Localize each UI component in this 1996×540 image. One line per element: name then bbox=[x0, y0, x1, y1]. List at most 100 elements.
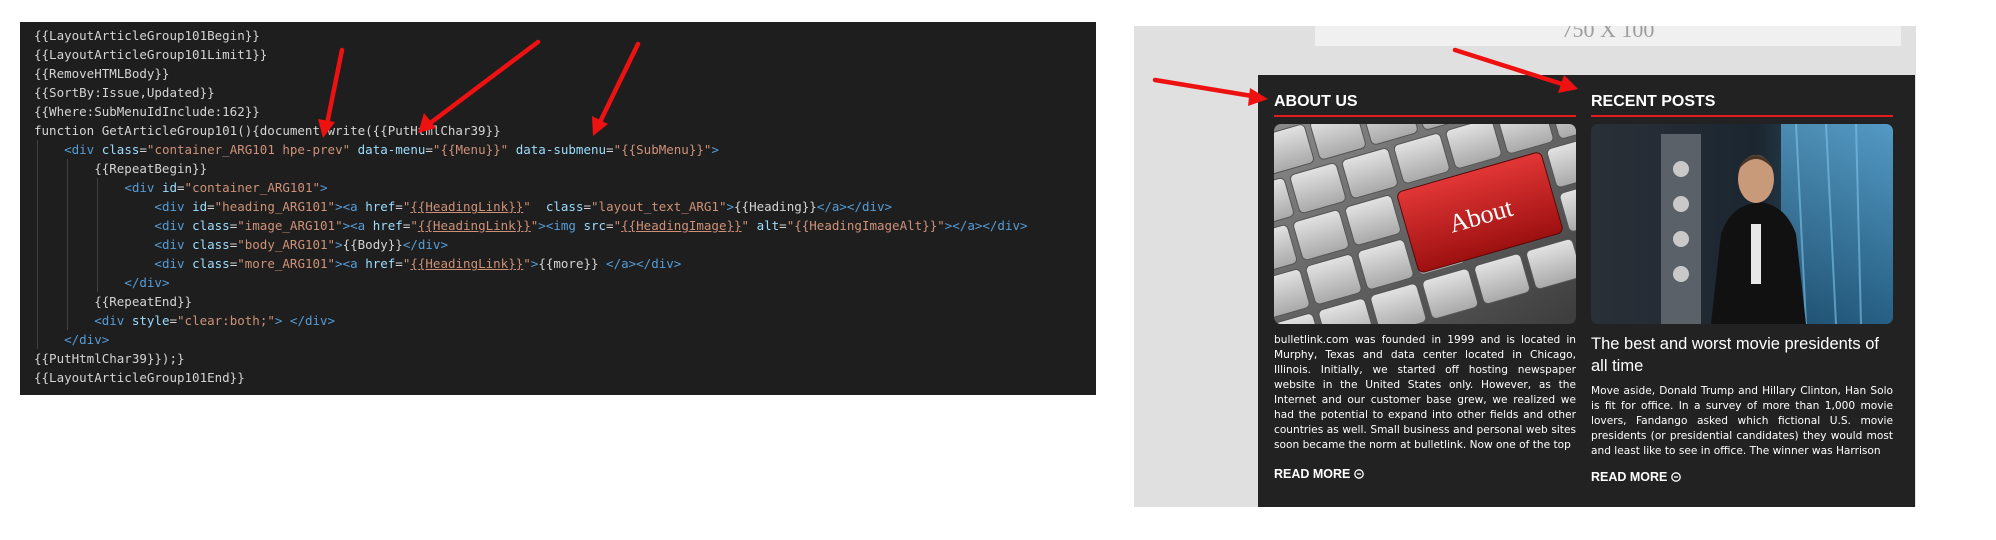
code-token: href bbox=[365, 199, 396, 214]
circle-arrow-icon bbox=[1671, 472, 1682, 482]
code-line: <div class="container_ARG101 hpe-prev" d… bbox=[34, 140, 1096, 159]
code-line: <div id="heading_ARG101"><a href="{{Head… bbox=[34, 197, 1096, 216]
indent-guide bbox=[67, 197, 68, 216]
code-token: " bbox=[741, 218, 750, 233]
code-token: "more_ARG101" bbox=[237, 256, 336, 271]
indent-guide bbox=[97, 254, 98, 273]
indent-guide bbox=[67, 254, 68, 273]
code-token: </a></div> bbox=[606, 256, 682, 271]
code-token: = bbox=[395, 199, 403, 214]
recent-posts-title: RECENT POSTS bbox=[1591, 93, 1716, 110]
code-token: {{HeadingImage}} bbox=[621, 218, 742, 233]
code-token: {{more}} bbox=[538, 256, 607, 271]
code-token: {{HeadingLink}} bbox=[417, 218, 531, 233]
code-token: > bbox=[335, 237, 343, 252]
code-line: </div> bbox=[34, 330, 1096, 349]
code-token: class bbox=[192, 256, 230, 271]
code-token: > bbox=[335, 256, 343, 271]
code-token: > bbox=[320, 180, 328, 195]
code-token: {{RepeatEnd}} bbox=[34, 294, 193, 309]
code-token: <div bbox=[154, 256, 193, 271]
indent-guide bbox=[67, 235, 68, 254]
code-token: <a bbox=[342, 199, 366, 214]
indent-guide bbox=[37, 254, 38, 273]
indent-guide bbox=[67, 216, 68, 235]
code-line: <div class="more_ARG101"><a href="{{Head… bbox=[34, 254, 1096, 273]
code-token: <div bbox=[154, 218, 193, 233]
code-token: class bbox=[192, 237, 230, 252]
code-line: <div class="body_ARG101">{{Body}}</div> bbox=[34, 235, 1096, 254]
code-line: {{LayoutArticleGroup101Begin}} bbox=[34, 26, 1096, 45]
code-editor[interactable]: {{LayoutArticleGroup101Begin}} {{LayoutAr… bbox=[20, 22, 1096, 395]
code-token: = bbox=[395, 256, 403, 271]
indent-guide bbox=[67, 311, 68, 330]
indent-guide bbox=[97, 178, 98, 197]
code-line: {{RepeatEnd}} bbox=[34, 292, 1096, 311]
code-token: <div bbox=[124, 180, 162, 195]
recent-post-image[interactable] bbox=[1591, 124, 1893, 324]
about-us-title: ABOUT US bbox=[1274, 93, 1358, 110]
code-line: {{Where:SubMenuIdInclude:162}} bbox=[34, 102, 1096, 121]
code-line: <div class="image_ARG101"><a href="{{Hea… bbox=[34, 216, 1096, 235]
keyboard-picture: About bbox=[1274, 124, 1576, 324]
recent-posts-column: RECENT POSTS The best and worst movie pr… bbox=[1591, 75, 1893, 484]
indent-guide bbox=[37, 216, 38, 235]
indent-guide bbox=[67, 273, 68, 292]
code-token: = bbox=[606, 142, 614, 157]
code-token: " bbox=[523, 199, 531, 214]
code-token: class bbox=[545, 199, 584, 214]
about-us-divider bbox=[1274, 115, 1576, 117]
about-keyboard-image[interactable]: About bbox=[1274, 124, 1576, 324]
code-token: "container_ARG101" bbox=[184, 180, 321, 195]
code-token: {{Where:SubMenuIdInclude:162}} bbox=[34, 104, 260, 119]
recent-post-heading-link[interactable]: The best and worst movie presidents of a… bbox=[1591, 333, 1893, 377]
code-token: ></a></div> bbox=[944, 218, 1028, 233]
article-panel: ABOUT US About bulletlink.com was founde… bbox=[1258, 75, 1915, 507]
code-token: data-menu bbox=[357, 142, 426, 157]
code-line: </div> bbox=[34, 273, 1096, 292]
code-token: </div> bbox=[124, 275, 170, 290]
code-token: "clear:both;" bbox=[177, 313, 275, 328]
about-read-more-link[interactable]: READ MORE bbox=[1274, 467, 1576, 481]
code-token: > </div> bbox=[274, 313, 336, 328]
code-line: {{RepeatBegin}} bbox=[34, 159, 1096, 178]
indent-guide bbox=[97, 216, 98, 235]
code-token: " bbox=[613, 218, 622, 233]
code-token: = bbox=[425, 142, 433, 157]
code-line: <div style="clear:both;"> </div> bbox=[34, 311, 1096, 330]
indent-guide bbox=[37, 140, 38, 159]
recent-posts-divider bbox=[1591, 115, 1893, 117]
website-preview: 750 X 100 ABOUT US About bulletlink.com … bbox=[1134, 26, 1916, 507]
code-token: = bbox=[606, 218, 614, 233]
code-token: "layout_text_ARG1" bbox=[591, 199, 727, 214]
code-token: </div> bbox=[402, 237, 448, 252]
code-token: > bbox=[726, 199, 735, 214]
code-token: src bbox=[583, 218, 607, 233]
code-token: "image_ARG101" bbox=[237, 218, 343, 233]
code-line: {{LayoutArticleGroup101Limit1}} bbox=[34, 45, 1096, 64]
code-token: "{{SubMenu}}" bbox=[613, 142, 712, 157]
recent-read-more-link[interactable]: READ MORE bbox=[1591, 470, 1893, 484]
code-token: class bbox=[192, 218, 230, 233]
code-token: > bbox=[538, 218, 546, 233]
code-token: "heading_ARG101" bbox=[214, 199, 336, 214]
indent-guide bbox=[97, 197, 98, 216]
code-token: = bbox=[177, 180, 185, 195]
code-token: = bbox=[169, 313, 178, 328]
indent-guide bbox=[67, 292, 68, 311]
code-line: <div id="container_ARG101"> bbox=[34, 178, 1096, 197]
code-token: "body_ARG101" bbox=[237, 237, 336, 252]
code-token: "{{Menu}}" bbox=[432, 142, 509, 157]
code-token: class bbox=[101, 142, 140, 157]
code-token: > bbox=[711, 142, 719, 157]
about-us-body: bulletlink.com was founded in 1999 and i… bbox=[1274, 334, 1576, 451]
indent-guide bbox=[37, 197, 38, 216]
code-token: {{HeadingLink}} bbox=[410, 256, 524, 271]
